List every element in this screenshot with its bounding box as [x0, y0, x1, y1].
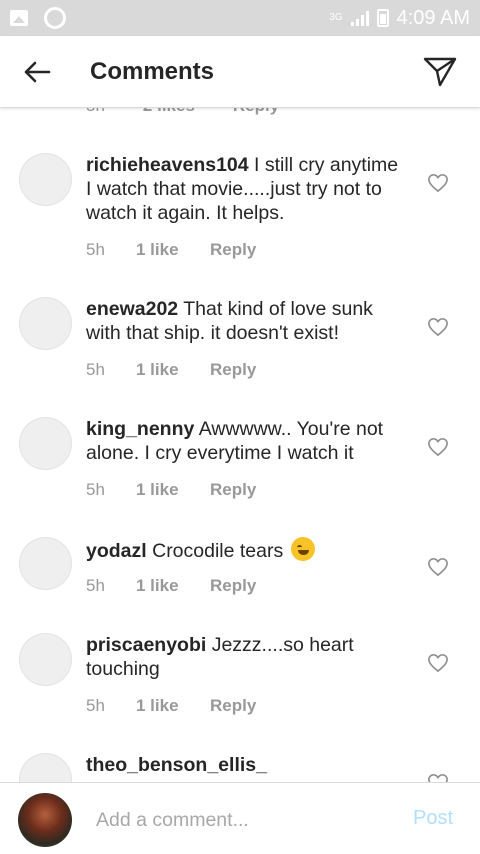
comment-likes[interactable]: 1 like: [136, 240, 210, 260]
status-time: 4:09 AM: [396, 6, 470, 29]
comment-input-bar: Post: [0, 782, 480, 854]
current-user-avatar: [18, 793, 72, 847]
comment-text: richieheavens104 I still cry anytime I w…: [86, 153, 406, 225]
avatar[interactable]: [19, 633, 72, 686]
comment-text: theo_benson_ellis_: [86, 753, 406, 777]
comment-likes[interactable]: 1 like: [136, 360, 210, 380]
comment-reply[interactable]: Reply: [233, 108, 279, 116]
comment-time: 5h: [86, 480, 105, 499]
reply-button[interactable]: Reply: [210, 240, 256, 260]
comment-meta: 5h 1 like Reply: [86, 240, 256, 260]
reply-button[interactable]: Reply: [210, 576, 256, 596]
comment-message: Crocodile tears: [146, 540, 289, 562]
heart-icon[interactable]: [427, 773, 449, 782]
comment-username[interactable]: richieheavens104: [86, 154, 249, 176]
network-type: 3G: [329, 12, 343, 23]
comment-meta: 5h 1 like Reply: [86, 480, 256, 500]
reply-button[interactable]: Reply: [210, 480, 256, 500]
comment-meta: 5h 1 like Reply: [86, 576, 256, 596]
heart-icon[interactable]: [427, 653, 449, 673]
direct-send-icon: [423, 57, 457, 86]
avatar[interactable]: [19, 153, 72, 206]
comment-username[interactable]: enewa202: [86, 298, 178, 320]
share-button[interactable]: [400, 36, 480, 108]
comment-likes[interactable]: 2 likes: [143, 108, 195, 116]
heart-icon[interactable]: [427, 173, 449, 193]
comment-text: yodazl Crocodile tears: [86, 537, 406, 563]
partial-comment-meta: 5h 2 likes Reply: [86, 108, 279, 116]
comment-time: 5h: [86, 108, 105, 116]
comment-input[interactable]: [96, 805, 396, 835]
comment-text: king_nenny Awwwww.. You're not alone. I …: [86, 417, 406, 465]
reply-button[interactable]: Reply: [210, 696, 256, 716]
comment-username[interactable]: yodazl: [86, 540, 147, 562]
header: Comments: [0, 36, 480, 108]
avatar[interactable]: [19, 537, 72, 590]
heart-icon[interactable]: [427, 437, 449, 457]
page-title: Comments: [90, 57, 215, 85]
comment-time: 5h: [86, 360, 105, 379]
heart-icon[interactable]: [427, 317, 449, 337]
comment-text: enewa202 That kind of love sunk with tha…: [86, 297, 406, 345]
status-bar: 3G 4:09 AM: [0, 0, 480, 36]
reply-button[interactable]: Reply: [210, 360, 256, 380]
comments-list[interactable]: 5h 2 likes Reply richieheavens104 I stil…: [0, 108, 480, 782]
comment-username[interactable]: theo_benson_ellis_: [86, 754, 267, 776]
comment-likes[interactable]: 1 like: [136, 576, 210, 596]
comment-username[interactable]: priscaenyobi: [86, 634, 206, 656]
post-button[interactable]: Post: [413, 807, 453, 830]
signal-icon: [350, 10, 369, 26]
comment-text: priscaenyobi Jezzz....so heart touching: [86, 633, 406, 681]
comment-likes[interactable]: 1 like: [136, 480, 210, 500]
comment-meta: 5h 1 like Reply: [86, 360, 256, 380]
comment-likes[interactable]: 1 like: [136, 696, 210, 716]
avatar[interactable]: [19, 297, 72, 350]
rofl-emoji-icon: [290, 537, 315, 561]
back-button[interactable]: [0, 36, 74, 108]
comment-meta: 5h 1 like Reply: [86, 696, 256, 716]
arrow-left-icon: [24, 61, 51, 82]
battery-icon: [376, 9, 389, 27]
avatar[interactable]: [19, 753, 72, 782]
comment-username[interactable]: king_nenny: [86, 418, 194, 440]
comment-time: 5h: [86, 576, 105, 595]
gallery-notification-icon: [10, 10, 28, 26]
whatsapp-notification-icon: [44, 7, 66, 29]
avatar[interactable]: [19, 417, 72, 470]
comment-time: 5h: [86, 240, 105, 259]
heart-icon[interactable]: [427, 557, 449, 577]
comment-time: 5h: [86, 696, 105, 715]
